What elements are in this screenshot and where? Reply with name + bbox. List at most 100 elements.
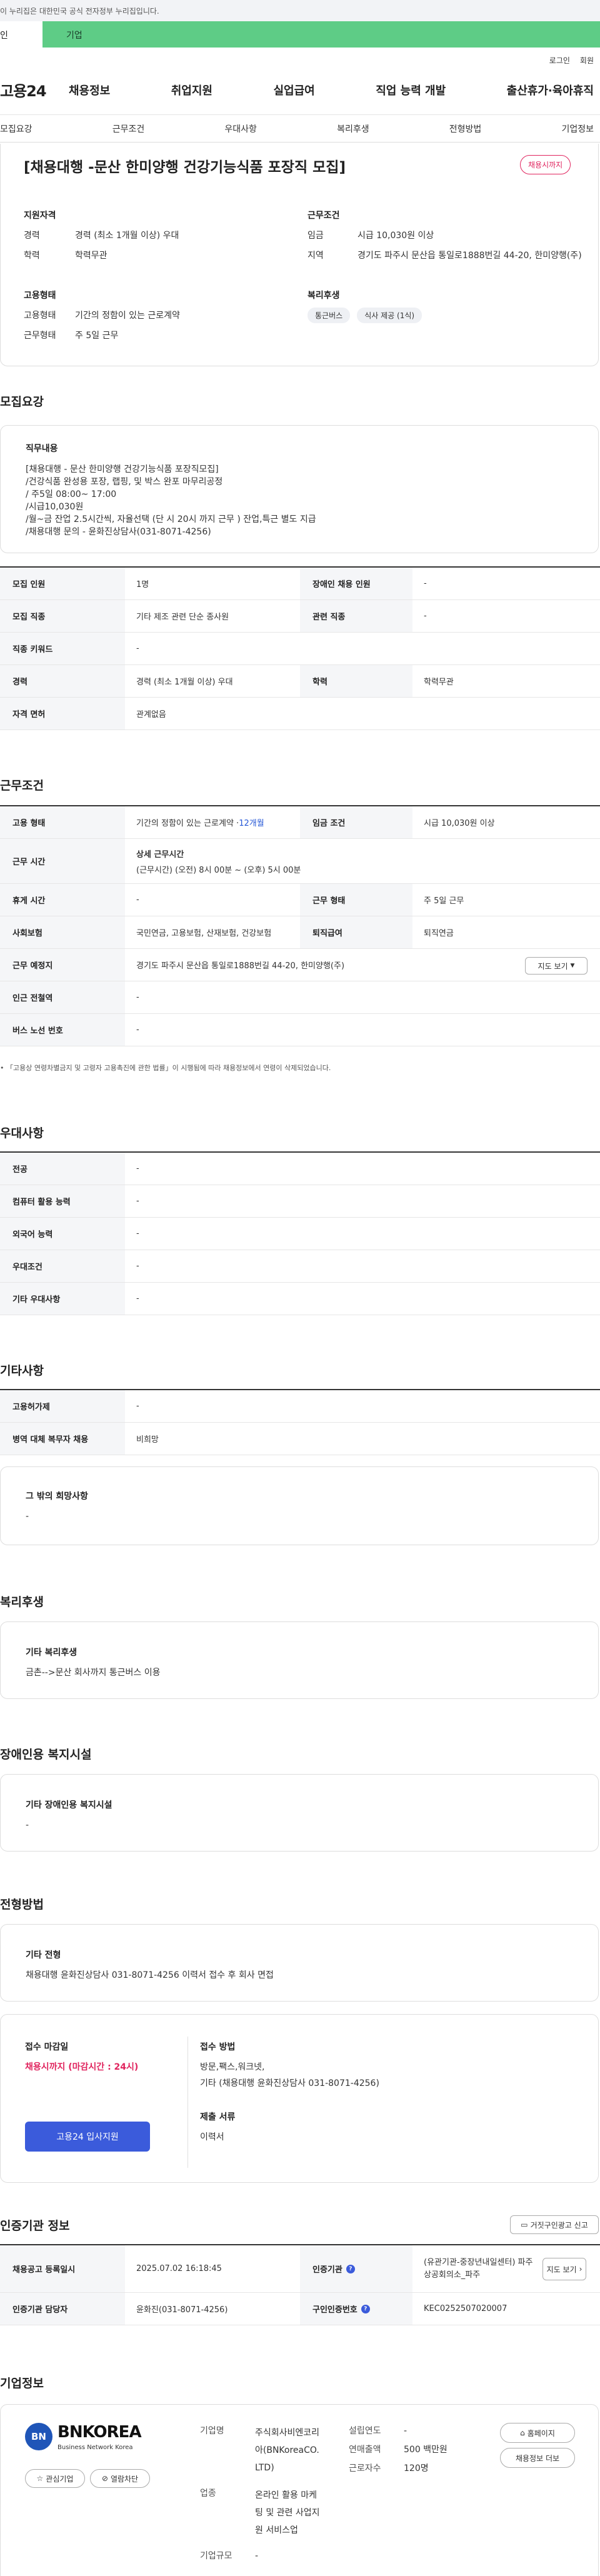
block-view-button[interactable]: ⊘ 열람차단 <box>90 2469 150 2488</box>
gov-notice: 이 누리집은 대한민국 공식 전자정부 누리집입니다. <box>0 7 159 16</box>
info-icon[interactable]: ? <box>346 2264 355 2273</box>
gnb-item[interactable]: 직업 능력 개발 <box>376 82 446 98</box>
favorite-label: 관심기업 <box>46 2474 74 2483</box>
row-label: 고용허가제 <box>0 1390 125 1422</box>
table-row: 우대조건 - <box>0 1250 600 1283</box>
table-row: 외국어 능력 - <box>0 1218 600 1250</box>
row-value: 상세 근무시간 (근무시간) (오전) 8시 00분 ~ (오후) 5시 00분 <box>125 839 301 883</box>
cert-map-label: 지도 보기 <box>546 2265 577 2274</box>
apply-button[interactable]: 고용24 입사지원 <box>25 2122 150 2152</box>
table-row: 경력 경력 (최소 1개월 이상) 우대 학력 학력무관 <box>0 665 600 698</box>
cond-heading: 근무조건 <box>308 211 340 221</box>
gnb-item[interactable]: 출산휴가·육아휴직 <box>507 82 594 98</box>
row-value: 2025.07.02 16:18:45 <box>136 2264 222 2273</box>
emptype-label: 고용형태 <box>24 311 56 321</box>
screening-heading: 전형방법 <box>0 1898 44 1912</box>
table-row: 인근 전철역 - <box>0 981 600 1014</box>
favorite-company-button[interactable]: ☆ 관심기업 <box>25 2469 85 2488</box>
row-value: - <box>136 1164 139 1173</box>
row-label: 관련 직종 <box>300 600 412 632</box>
industry-line: 원 서비스업 <box>255 2525 298 2535</box>
area-label: 지역 <box>308 251 324 261</box>
welfare-pill: 통근버스 <box>308 308 351 323</box>
row-label: 인근 전철역 <box>0 981 125 1013</box>
table-row: 전공 - <box>0 1153 600 1185</box>
gnb-item[interactable]: 실업급여 <box>274 82 315 98</box>
emp-value: 기간의 정함이 있는 근로계약 · <box>136 819 239 828</box>
work-heading: 근무조건 <box>0 779 44 793</box>
wish-value: - <box>26 1511 29 1521</box>
table-row: 자격 면허 관계없음 <box>0 698 600 730</box>
subnav-item[interactable]: 전형방법 <box>449 123 482 135</box>
disabled-detail-value: - <box>26 1820 29 1830</box>
company-name-line: 아(BNKoreaCO. <box>255 2445 319 2455</box>
subnav-item[interactable]: 우대사항 <box>224 123 257 135</box>
subnav-item[interactable]: 근무조건 <box>112 123 145 135</box>
gnb-item[interactable]: 채용정보 <box>69 82 110 98</box>
subnav-item[interactable]: 모집요강 <box>0 123 32 135</box>
report-button[interactable]: ▭ 거짓구인광고 신고 <box>510 2215 599 2234</box>
homepage-button[interactable]: ⌂ 홈페이지 <box>500 2423 575 2443</box>
row-value: - <box>136 1261 139 1271</box>
row-value: - <box>136 1025 139 1035</box>
row-value: 경력 (최소 1개월 이상) 우대 <box>136 678 233 687</box>
row-value: - <box>136 1196 139 1206</box>
logo-text: BNKOREA <box>58 2423 142 2442</box>
welfare-detail-value: 금촌-->문산 회사까지 통근버스 이용 <box>26 1668 161 1678</box>
tab-enterprise[interactable]: 기업 <box>42 21 600 48</box>
tab-individual[interactable]: 인 <box>0 21 42 48</box>
wish-heading: 그 밖의 희망사항 <box>26 1491 88 1501</box>
area-value: 경기도 파주시 문산읍 통일로1888번길 44-20, 한미양행(주) <box>358 251 582 261</box>
duty-line: /시급10,030원 <box>26 502 84 512</box>
duty-line: /채용대행 문의 - 윤화진상담사(031-8071-4256) <box>26 527 211 537</box>
method-value: 방문,팩스,워크넷, <box>200 2062 265 2072</box>
row-value: 국민연금, 고용보험, 산재보험, 건강보험 <box>136 929 272 938</box>
row-label: 근무 예정지 <box>0 949 125 981</box>
welfare-pills: 통근버스 식사 제공 (1식) <box>308 308 426 323</box>
row-value: - <box>136 895 139 905</box>
gov-notice-bar: 이 누리집은 대한민국 공식 전자정부 누리집입니다. <box>0 0 600 21</box>
disabled-heading: 장애인용 복지시설 <box>0 1748 92 1762</box>
apply-card <box>0 2014 599 2183</box>
worktype-label: 근무형태 <box>24 331 56 341</box>
home-icon: ⌂ <box>520 2428 525 2437</box>
welfare-heading: 복리후생 <box>308 291 340 301</box>
row-label: 장애인 채용 인원 <box>300 568 412 599</box>
career-label: 경력 <box>24 231 40 241</box>
table-row: 채용공고 등록일시 2025.07.02 16:18:45 인증기관? (유관기… <box>0 2245 600 2293</box>
screening-detail-heading: 기타 전형 <box>26 1950 61 1960</box>
row-value: - <box>424 611 427 621</box>
table-row: 컴퓨터 활용 능력 - <box>0 1185 600 1218</box>
emp-months: 12개월 <box>239 819 264 828</box>
wish-card: 그 밖의 희망사항 - <box>0 1466 599 1545</box>
table-row: 병역 대체 복무자 채용 비희망 <box>0 1423 600 1455</box>
screening-detail-value: 채용대행 윤화진상담사 031-8071-4256 이력서 접수 후 회사 면접 <box>26 1970 274 1980</box>
join-link[interactable]: 회원 <box>580 55 594 65</box>
more-jobs-button[interactable]: 채용정보 더보 <box>500 2448 575 2468</box>
subnav-item[interactable]: 복리후생 <box>337 123 369 135</box>
company-name-line: LTD) <box>255 2463 274 2473</box>
info-icon[interactable]: ? <box>361 2304 370 2313</box>
table-row: 모집 직종 기타 제조 관련 단순 종사원 관련 직종 - <box>0 600 600 633</box>
wage-label: 임금 <box>308 231 324 241</box>
login-link[interactable]: 로그인 <box>549 55 570 65</box>
industry-value: 온라인 활용 마케 팅 및 관련 사업지 원 서비스업 <box>255 2487 320 2539</box>
user-type-tabs: 인 기업 <box>0 21 600 48</box>
chevron-right-icon: › <box>579 2265 582 2273</box>
duty-line: / 주5일 08:00~ 17:00 <box>26 489 117 499</box>
welfare-section-heading: 복리후생 <box>0 1595 44 1609</box>
global-nav: 고용24 채용정보 취업지원 실업급여 직업 능력 개발 출산휴가·육아휴직 <box>0 65 600 115</box>
disabled-card: 기타 장애인용 복지시설 - <box>0 1774 599 1852</box>
row-value: 주 5일 근무 <box>424 896 464 906</box>
site-logo[interactable]: 고용24 <box>0 79 69 101</box>
row-label: 경력 <box>0 665 125 697</box>
subnav-item[interactable]: 기업정보 <box>561 123 594 135</box>
pref-heading: 우대사항 <box>0 1126 44 1140</box>
wage-value: 시급 10,030원 이상 <box>358 231 434 241</box>
gnb-item[interactable]: 취업지원 <box>171 82 212 98</box>
emptype-value: 기간의 정함이 있는 근로계약 <box>75 311 180 321</box>
cert-map-button[interactable]: 지도 보기 › <box>542 2258 586 2280</box>
map-view-button[interactable]: 지도 보기 ▼ <box>525 957 588 975</box>
logo-mark-icon: BN <box>25 2423 52 2450</box>
size-value: - <box>255 2551 259 2561</box>
